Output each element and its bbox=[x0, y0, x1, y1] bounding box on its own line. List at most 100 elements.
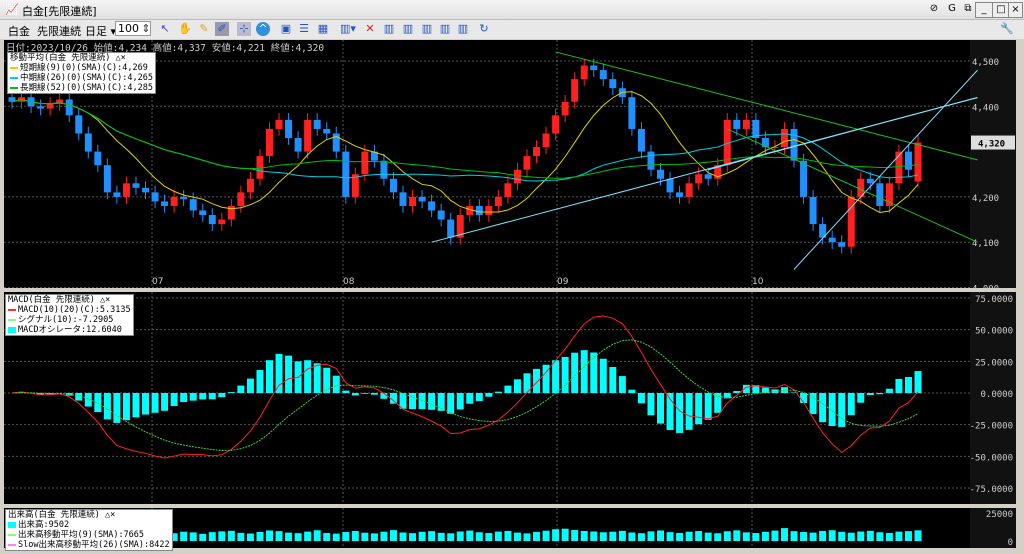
candle bbox=[399, 192, 407, 206]
volume-bar bbox=[733, 530, 741, 541]
volume-bar bbox=[227, 530, 235, 541]
candle bbox=[122, 183, 130, 197]
candle bbox=[265, 128, 273, 157]
volume-bar bbox=[313, 530, 321, 541]
ma-legend[interactable]: 移動平均(白金 先限連続) △× 短期線(9)(0)(SMA)(C):4,269… bbox=[7, 52, 156, 94]
close-icon[interactable]: × bbox=[110, 510, 115, 520]
volume-bar bbox=[790, 531, 798, 541]
volume-bar bbox=[838, 531, 846, 541]
oscillator-bar bbox=[275, 353, 283, 393]
candle bbox=[704, 174, 712, 179]
macd-tick: 25.0000 bbox=[975, 358, 1013, 368]
volume-bar bbox=[752, 533, 760, 541]
ma-mid: 中期線(26)(0)(SMA)(C):4,265 bbox=[20, 73, 153, 83]
candle bbox=[285, 119, 293, 139]
volume-bar bbox=[657, 530, 665, 541]
volume-bar bbox=[714, 533, 722, 541]
candle bbox=[809, 196, 817, 225]
volume-bar bbox=[370, 533, 378, 541]
candle bbox=[838, 242, 846, 247]
candle bbox=[513, 169, 521, 184]
candle bbox=[304, 119, 312, 152]
volume-bar bbox=[695, 531, 703, 541]
volume-bar bbox=[914, 530, 922, 541]
volume-bar bbox=[780, 528, 788, 541]
candle bbox=[561, 101, 569, 116]
candle bbox=[904, 151, 912, 170]
oscillator-bar bbox=[304, 360, 312, 393]
macd-legend[interactable]: MACD(白金 先限連続) △× MACD(10)(20)(C):5.3135 … bbox=[5, 294, 134, 336]
candle bbox=[428, 201, 436, 211]
volume-bar bbox=[447, 533, 455, 541]
oscillator-bar bbox=[761, 387, 769, 393]
candle bbox=[380, 160, 388, 179]
close-icon[interactable]: × bbox=[105, 295, 110, 305]
oscillator-bar bbox=[580, 350, 588, 393]
volume-bar bbox=[819, 530, 827, 541]
oscillator-bar bbox=[370, 393, 378, 395]
swatch bbox=[10, 66, 18, 69]
candle bbox=[142, 187, 150, 193]
volume-bar bbox=[456, 531, 464, 541]
candle bbox=[685, 183, 693, 197]
volume-bar bbox=[533, 531, 541, 541]
macd-value: MACD(10)(20)(C):5.3135 bbox=[18, 305, 131, 315]
oscillator-bar bbox=[552, 360, 560, 393]
current-price: 4,320 bbox=[978, 140, 1005, 150]
oscillator-bar bbox=[332, 375, 340, 393]
oscillator-bar bbox=[170, 393, 178, 407]
oscillator-bar bbox=[103, 393, 111, 420]
oscillator-bar bbox=[265, 360, 273, 393]
oscillator-bar bbox=[313, 363, 321, 393]
oscillator-bar bbox=[342, 390, 350, 393]
volume-bar bbox=[361, 532, 369, 541]
oscillator-bar bbox=[714, 393, 722, 413]
volume-tick: 0 bbox=[1008, 538, 1013, 548]
candle bbox=[828, 237, 836, 243]
oscillator-bar bbox=[533, 368, 541, 393]
volume-bar bbox=[475, 532, 483, 541]
oscillator-bar bbox=[895, 378, 903, 393]
macd-legend-title: MACD(白金 先限連続) bbox=[8, 295, 95, 305]
volume-slow-ma-value: Slow出来高移動平均(26)(SMA):8422 bbox=[18, 540, 170, 550]
volume-bar bbox=[256, 531, 264, 541]
volume-bar bbox=[561, 528, 569, 541]
volume-legend-title: 出来高(白金 先限連続) bbox=[8, 510, 100, 520]
oscillator-bar bbox=[237, 385, 245, 393]
volume-bar bbox=[704, 532, 712, 541]
volume-bar bbox=[637, 533, 645, 541]
volume-bar bbox=[647, 531, 655, 541]
volume-bar bbox=[800, 532, 808, 541]
candle bbox=[208, 215, 216, 225]
price-tick: 4,400 bbox=[972, 103, 999, 113]
candle bbox=[780, 128, 788, 148]
candle bbox=[609, 79, 617, 89]
candle bbox=[65, 99, 73, 116]
oscillator-bar bbox=[132, 393, 140, 418]
candle bbox=[742, 119, 750, 129]
volume-bar bbox=[237, 532, 245, 541]
oscillator-bar bbox=[904, 376, 912, 393]
macd-tick: -25.0000 bbox=[970, 422, 1013, 432]
oscillator-bar bbox=[676, 393, 684, 433]
volume-bar bbox=[828, 530, 836, 541]
candle bbox=[695, 174, 703, 184]
volume-bar bbox=[542, 530, 550, 541]
close-icon[interactable]: × bbox=[121, 53, 126, 63]
candle bbox=[189, 199, 197, 211]
volume-bar bbox=[199, 533, 207, 541]
volume-bar bbox=[666, 532, 674, 541]
candle bbox=[294, 138, 302, 152]
volume-bar bbox=[180, 531, 188, 541]
oscillator-bar bbox=[609, 367, 617, 393]
price-tick: 4,100 bbox=[972, 239, 999, 249]
oscillator-bar bbox=[256, 370, 264, 393]
volume-legend[interactable]: 出来高(白金 先限連続) △× 出来高:9502 出来高移動平均(9)(SMA)… bbox=[5, 509, 173, 551]
oscillator-bar bbox=[494, 391, 502, 393]
candle bbox=[132, 183, 140, 188]
candle bbox=[637, 128, 645, 152]
candle bbox=[895, 151, 903, 184]
swatch bbox=[10, 86, 18, 89]
candle bbox=[542, 133, 550, 148]
signal-value: シグナル(10):-7.2905 bbox=[18, 315, 114, 325]
